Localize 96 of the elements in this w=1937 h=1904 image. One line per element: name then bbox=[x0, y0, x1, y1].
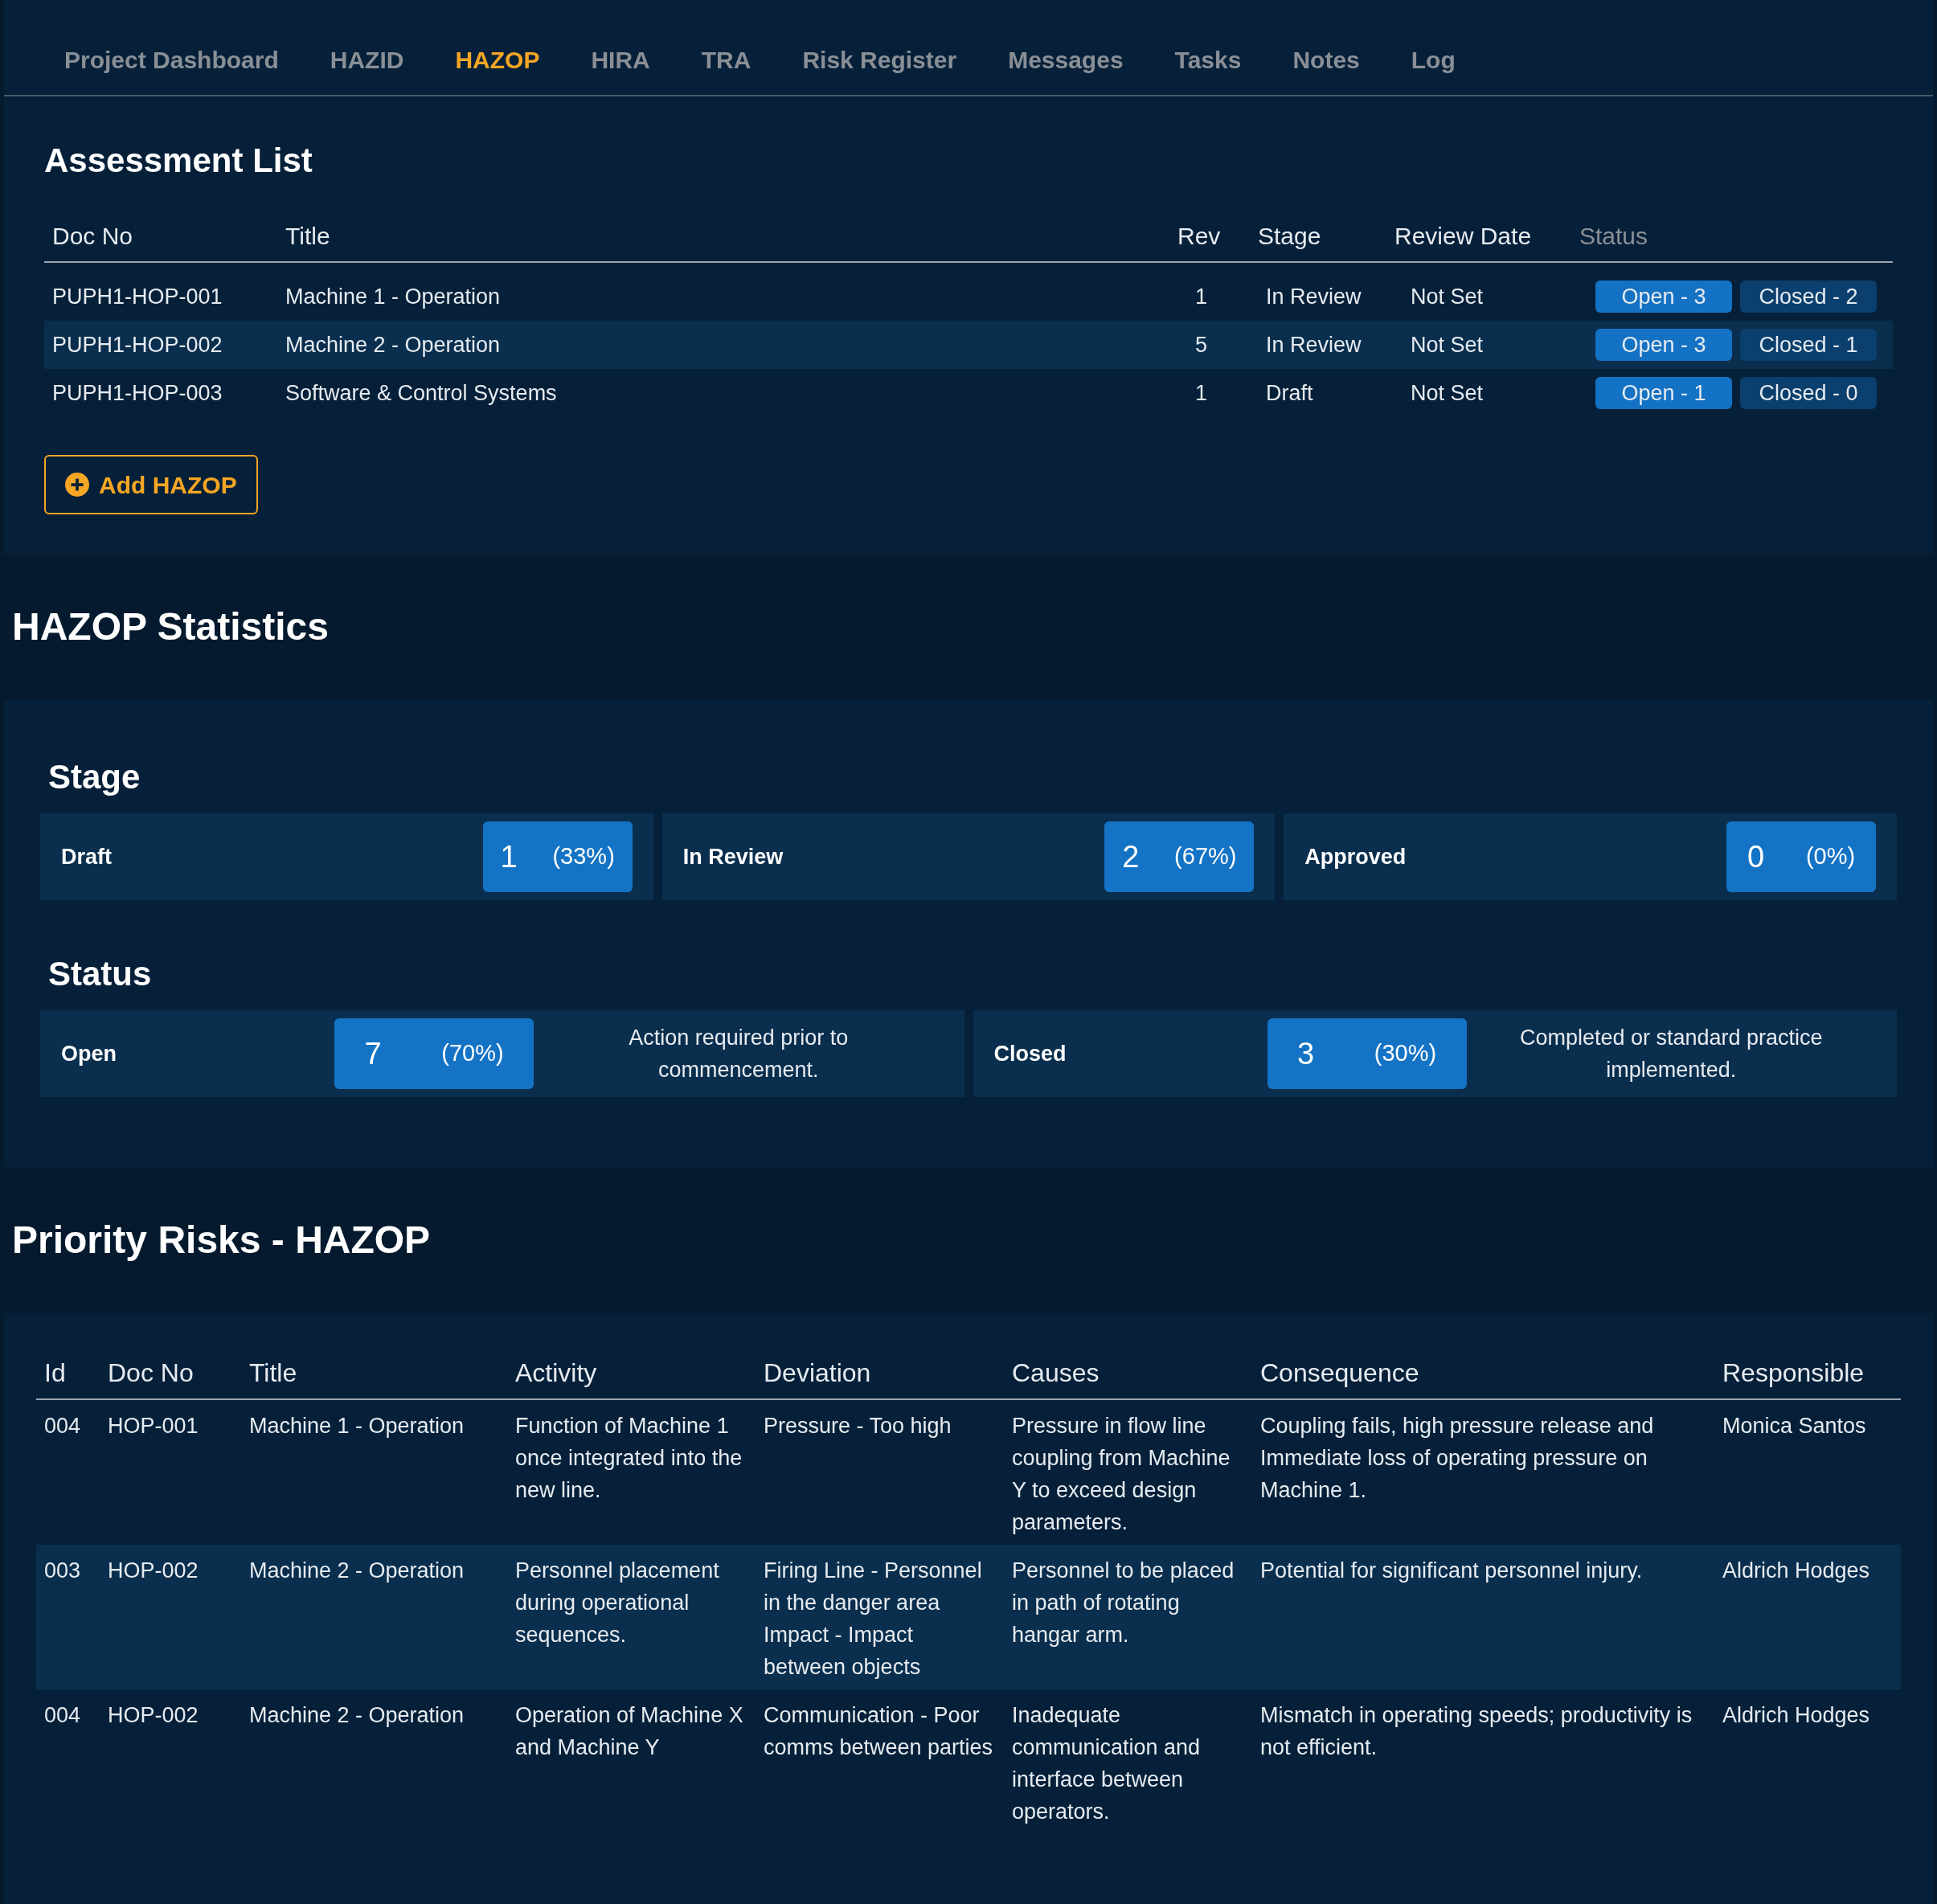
table-cell-text: Personnel placement during operational sequences. bbox=[514, 1558, 720, 1648]
table-cell-text: 003 bbox=[43, 1558, 82, 1584]
stat-label: In Review bbox=[682, 843, 784, 870]
section-heading: HAZOP Statistics bbox=[11, 604, 330, 649]
table-cell-text: PUPH1-HOP-003 bbox=[51, 379, 223, 407]
table-cell-text: Not Set bbox=[1410, 379, 1484, 407]
table-cell-text: 1 bbox=[1194, 379, 1209, 407]
table-cell-text: Pressure in flow line coupling from Machine Y to exceed design parameters. bbox=[1011, 1413, 1231, 1536]
column-header: Doc No bbox=[51, 222, 134, 251]
table-cell-text: PUPH1-HOP-002 bbox=[51, 331, 223, 358]
table-row[interactable]: PUPH1-HOP-001 Machine 1 - Operation 1 In Review Not Set Open - 3 Closed - 2 bbox=[44, 272, 1893, 321]
stat-label: Draft bbox=[61, 843, 113, 870]
column-header: Stage bbox=[1257, 222, 1322, 251]
closed-count-tag: Closed - 0 bbox=[1740, 377, 1877, 409]
table-cell-text: Not Set bbox=[1410, 283, 1484, 310]
table-cell-text: 004 bbox=[43, 1413, 82, 1439]
count-percent: (0%) bbox=[1805, 842, 1856, 871]
table-cell-text: Potential for significant personnel injury. bbox=[1259, 1558, 1644, 1584]
column-header: Responsible bbox=[1722, 1357, 1865, 1389]
subsection-title: Stage bbox=[47, 757, 141, 797]
stat-label: Open bbox=[61, 1040, 117, 1067]
table-cell-text: In Review bbox=[1265, 331, 1362, 358]
column-header: Deviation bbox=[763, 1357, 872, 1389]
column-header: Id bbox=[43, 1357, 67, 1389]
nav-tab[interactable]: Project Dashboard bbox=[64, 41, 279, 78]
table-cell-text: Communication - Poor comms between parties bbox=[763, 1702, 994, 1761]
table-cell-text: Software & Control Systems bbox=[285, 379, 558, 407]
open-count-tag: Open - 3 bbox=[1595, 280, 1732, 313]
table-cell-text: Firing Line - Personnel in the danger area Impact - Impact between objects bbox=[763, 1558, 983, 1681]
closed-count-tag: Closed - 1 bbox=[1740, 329, 1877, 361]
table-cell-text: Monica Santos bbox=[1722, 1413, 1867, 1439]
table-cell-text: Personnel to be placed in path of rotating hangar arm. bbox=[1011, 1558, 1235, 1648]
table-cell-text: Mismatch in operating speeds; productivity is not efficient. bbox=[1259, 1702, 1693, 1761]
table-cell-text: Draft bbox=[1265, 379, 1314, 407]
table-cell-text: Machine 2 - Operation bbox=[248, 1558, 465, 1584]
table-cell-text: Operation of Machine X and Machine Y bbox=[514, 1702, 744, 1761]
count-value: 0 bbox=[1747, 838, 1765, 875]
count-value: 2 bbox=[1122, 838, 1140, 875]
table-cell-text: 004 bbox=[43, 1702, 82, 1729]
table-cell-text: Pressure - Too high bbox=[763, 1413, 952, 1439]
nav-tab[interactable]: HAZID bbox=[330, 41, 404, 78]
table-cell-text: Machine 2 - Operation bbox=[285, 331, 502, 358]
stat-label: Approved bbox=[1304, 843, 1407, 870]
table-cell-text: In Review bbox=[1265, 283, 1362, 310]
section-heading: Priority Risks - HAZOP bbox=[11, 1218, 432, 1263]
table-cell-text: Aldrich Hodges bbox=[1722, 1558, 1871, 1584]
status-description: Completed or standard practice implemented. bbox=[1518, 1025, 1824, 1083]
column-header: Status bbox=[1579, 222, 1649, 251]
table-row[interactable]: PUPH1-HOP-002 Machine 2 - Operation 5 In Review Not Set Open - 3 Closed - 1 bbox=[44, 321, 1893, 369]
table-cell-text: Function of Machine 1 once integrated into the new line. bbox=[514, 1413, 743, 1504]
table-cell-text: HOP-002 bbox=[107, 1558, 199, 1584]
table-cell-text: 5 bbox=[1194, 331, 1209, 358]
open-count-tag: Open - 3 bbox=[1595, 329, 1732, 361]
count-value: 7 bbox=[364, 1035, 382, 1072]
count-percent: (67%) bbox=[1174, 842, 1237, 871]
table-cell-text: HOP-002 bbox=[107, 1702, 199, 1729]
stat-label: Closed bbox=[993, 1040, 1067, 1067]
table-cell-text: Machine 1 - Operation bbox=[248, 1413, 465, 1439]
column-header: Review Date bbox=[1394, 222, 1533, 251]
open-count-tag: Open - 1 bbox=[1595, 377, 1732, 409]
column-header: Activity bbox=[514, 1357, 598, 1389]
table-cell-text: Aldrich Hodges bbox=[1722, 1702, 1871, 1729]
table-cell-text: PUPH1-HOP-001 bbox=[51, 283, 223, 310]
closed-count-tag: Closed - 2 bbox=[1740, 280, 1877, 313]
table-cell-text: Inadequate communication and interface between operators. bbox=[1011, 1702, 1202, 1825]
add-hazop-button[interactable]: Add HAZOP bbox=[44, 455, 258, 514]
table-cell-text: Machine 1 - Operation bbox=[285, 283, 502, 310]
count-percent: (70%) bbox=[441, 1039, 504, 1068]
count-percent: (33%) bbox=[552, 842, 615, 871]
table-cell-text: Coupling fails, high pressure release and Immediate loss of operating pressure on Machine 1. bbox=[1259, 1413, 1655, 1504]
column-header: Title bbox=[285, 222, 331, 251]
nav-tab[interactable]: Notes bbox=[1292, 41, 1360, 78]
column-header: Consequence bbox=[1259, 1357, 1420, 1389]
nav-tab[interactable]: Tasks bbox=[1174, 41, 1242, 78]
subsection-title: Status bbox=[47, 954, 153, 994]
nav-tab[interactable]: TRA bbox=[701, 41, 751, 78]
status-description: Action required prior to commencement. bbox=[628, 1025, 850, 1083]
nav-tab[interactable]: HIRA bbox=[591, 41, 650, 78]
nav-tab[interactable]: Messages bbox=[1008, 41, 1124, 78]
column-header: Title bbox=[248, 1357, 298, 1389]
section-title: Assessment List bbox=[44, 141, 313, 181]
nav-tab[interactable]: Risk Register bbox=[802, 41, 957, 78]
table-cell-text: Not Set bbox=[1410, 331, 1484, 358]
nav-tab[interactable]: HAZOP bbox=[455, 41, 540, 78]
column-header: Rev bbox=[1177, 222, 1222, 251]
column-header: Causes bbox=[1011, 1357, 1100, 1389]
plus-circle-icon bbox=[65, 473, 89, 497]
count-percent: (30%) bbox=[1374, 1039, 1437, 1068]
table-cell-text: 1 bbox=[1194, 283, 1209, 310]
column-header: Doc No bbox=[107, 1357, 195, 1389]
nav-tab[interactable]: Log bbox=[1411, 41, 1456, 78]
table-row[interactable]: PUPH1-HOP-003 Software & Control Systems 1 Draft Not Set Open - 1 Closed - 0 bbox=[44, 369, 1893, 417]
count-value: 3 bbox=[1296, 1035, 1314, 1072]
table-cell-text: Machine 2 - Operation bbox=[248, 1702, 465, 1729]
count-value: 1 bbox=[500, 838, 518, 875]
table-cell-text: HOP-001 bbox=[107, 1413, 199, 1439]
